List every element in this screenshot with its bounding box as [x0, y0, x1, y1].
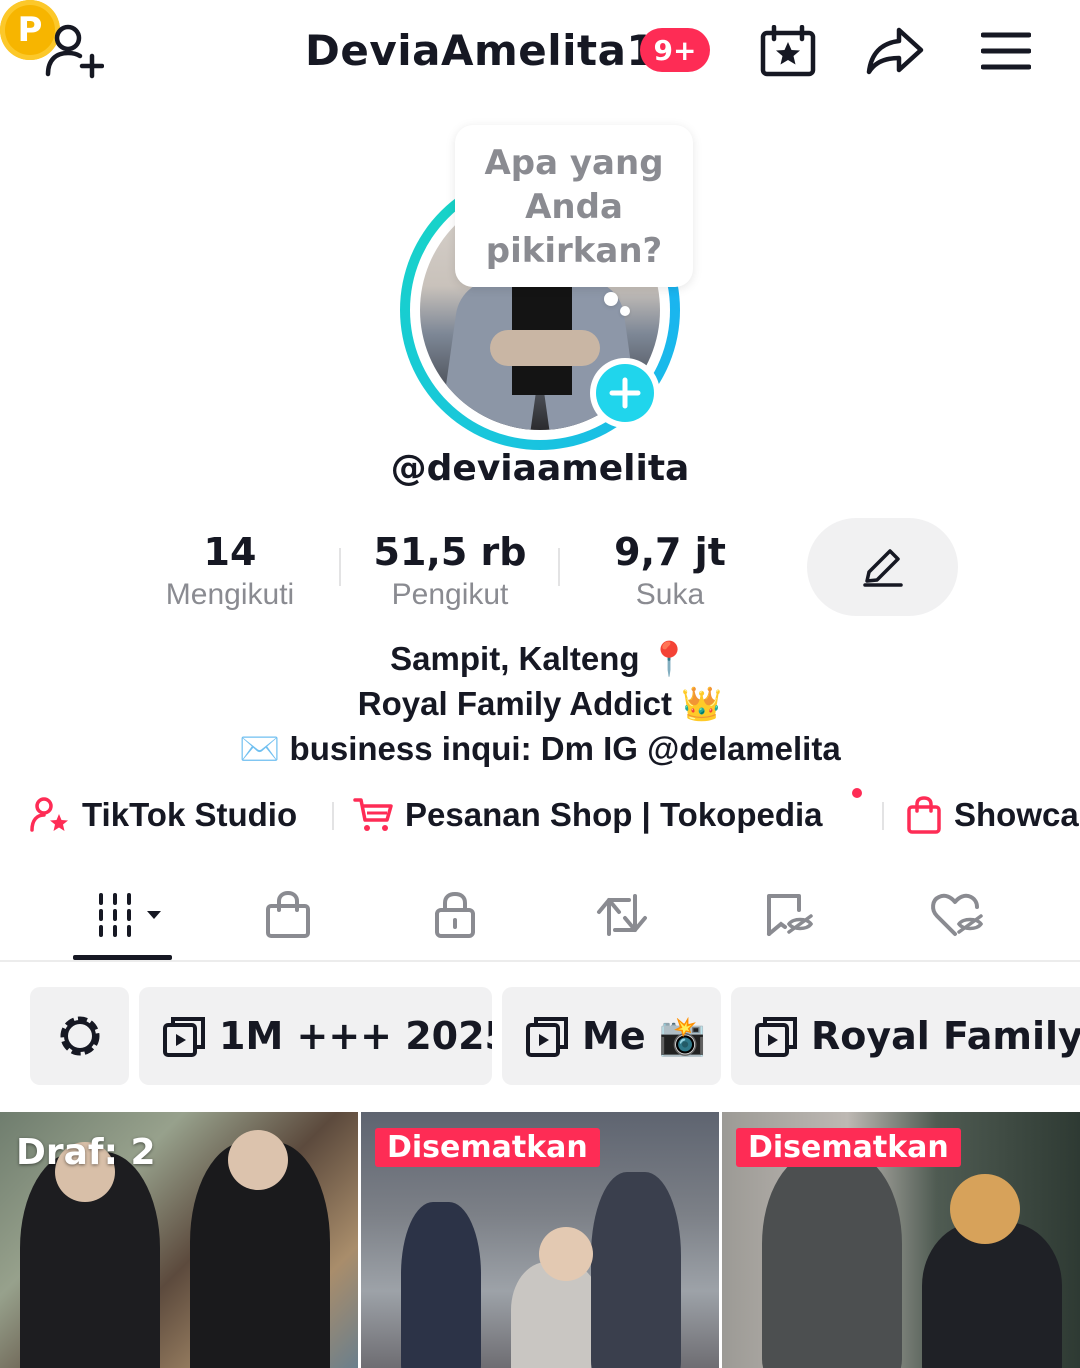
profile-username-title[interactable]: DeviaAmelita14	[305, 26, 686, 75]
showcase-link[interactable]: Showcase	[906, 790, 1080, 840]
playlist-chip[interactable]: Me 📸	[502, 987, 721, 1085]
pinned-video-thumbnail[interactable]: Disematkan	[361, 1112, 719, 1368]
playlist-icon	[526, 1017, 568, 1057]
share-icon[interactable]	[862, 22, 928, 80]
bio-line-contact: ✉️ business inqui: Dm IG @delamelita	[239, 730, 841, 767]
creator-star-icon	[30, 797, 68, 832]
cart-icon	[353, 798, 393, 831]
notification-badge[interactable]: 9+	[640, 28, 710, 72]
bio-line-interest: Royal Family Addict 👑	[357, 685, 723, 722]
new-indicator-dot	[852, 788, 862, 798]
grid-icon	[99, 893, 161, 937]
tab-liked-hidden[interactable]	[907, 880, 1007, 950]
bookmark-hidden-icon	[767, 894, 814, 936]
repost-icon	[597, 894, 647, 936]
playlist-settings-button[interactable]	[30, 987, 129, 1085]
playlist-chip[interactable]: Royal Family 2	[731, 987, 1080, 1085]
hamburger-menu-icon[interactable]	[978, 26, 1034, 76]
shop-orders-link[interactable]: Pesanan Shop | Tokopedia	[353, 790, 823, 840]
playlist-icon	[755, 1017, 797, 1057]
top-bar: P DeviaAmelita14 9+	[0, 0, 1080, 100]
tab-saved-hidden[interactable]	[740, 880, 840, 950]
bag-icon	[266, 890, 310, 938]
pinned-badge: Disematkan	[736, 1128, 961, 1167]
calendar-star-icon[interactable]	[756, 22, 820, 80]
status-note-bubble[interactable]: Apa yang Anda pikirkan?	[455, 125, 693, 287]
shopping-bag-icon	[907, 796, 941, 834]
tiktok-studio-link[interactable]: TikTok Studio	[30, 790, 297, 840]
profile-handle: @deviaamelita	[390, 448, 690, 489]
playlist-chip[interactable]: 1M +++ 2025	[139, 987, 492, 1085]
add-friend-icon[interactable]	[40, 20, 106, 82]
active-tab-indicator	[73, 955, 172, 960]
profile-content-tabs	[0, 870, 1080, 962]
following-stat[interactable]: 14 Mengikuti	[140, 530, 320, 612]
lock-icon	[435, 891, 475, 938]
playlist-icon	[163, 1017, 205, 1057]
tab-videos[interactable]	[82, 880, 182, 950]
draft-video-thumbnail[interactable]: Draf: 2	[0, 1112, 358, 1368]
edit-profile-button[interactable]	[807, 518, 958, 616]
tab-private[interactable]	[405, 880, 505, 950]
tab-shop[interactable]	[238, 880, 338, 950]
pinned-badge: Disematkan	[375, 1128, 600, 1167]
bio-line-location: Sampit, Kalteng 📍	[390, 640, 690, 677]
add-story-button[interactable]	[590, 358, 660, 428]
draft-count-label: Draf: 2	[16, 1132, 156, 1173]
tab-reposts[interactable]	[572, 880, 672, 950]
gear-icon	[60, 1016, 99, 1056]
likes-stat[interactable]: 9,7 jt Suka	[580, 530, 760, 612]
pencil-icon	[862, 549, 903, 587]
followers-stat[interactable]: 51,5 rb Pengikut	[360, 530, 540, 612]
heart-hidden-icon	[931, 893, 984, 936]
pinned-video-thumbnail[interactable]: Disematkan	[722, 1112, 1080, 1368]
